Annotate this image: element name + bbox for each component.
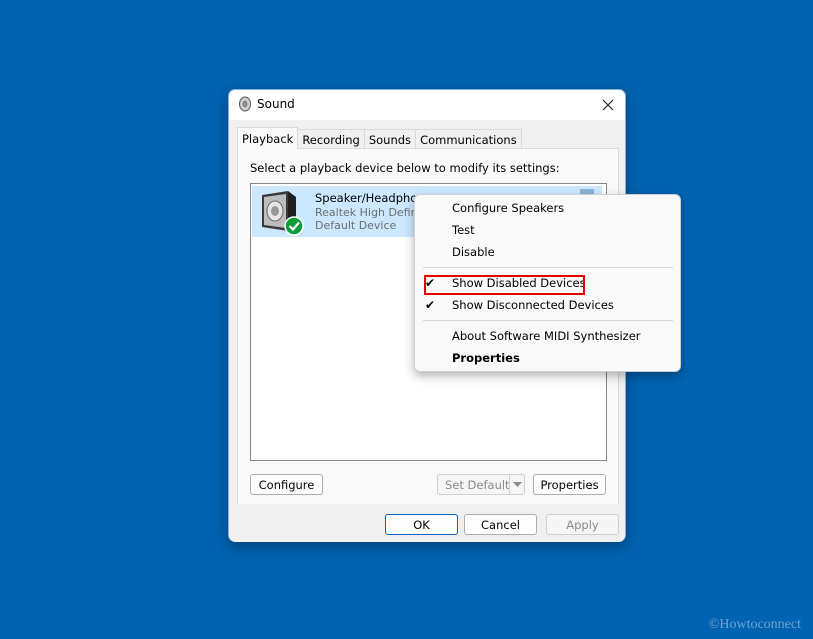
menu-label: Disable (452, 245, 495, 259)
menu-label: Configure Speakers (452, 201, 565, 215)
menu-separator (423, 320, 673, 321)
menu-item-configure-speakers[interactable]: Configure Speakers (415, 198, 680, 220)
checkmark-icon: ✔ (425, 298, 436, 312)
menu-label: Show Disconnected Devices (452, 298, 614, 312)
tab-sounds[interactable]: Sounds (363, 129, 417, 149)
speaker-icon (239, 96, 251, 112)
menu-separator (423, 267, 673, 268)
menu-item-about-midi[interactable]: About Software MIDI Synthesizer (415, 326, 680, 348)
cancel-button[interactable]: Cancel (464, 514, 537, 535)
chevron-down-icon (512, 481, 522, 487)
set-default-button[interactable]: Set Default (437, 474, 525, 495)
tab-playback[interactable]: Playback (237, 127, 299, 149)
ok-button[interactable]: OK (385, 514, 458, 535)
apply-button[interactable]: Apply (546, 514, 619, 535)
speaker-device-icon (262, 191, 304, 236)
device-status: Default Device (315, 219, 397, 232)
tab-communications[interactable]: Communications (415, 129, 522, 149)
menu-label: Test (452, 223, 475, 237)
properties-button[interactable]: Properties (533, 474, 606, 495)
device-name: Speaker/Headphon (315, 191, 425, 205)
menu-item-disable[interactable]: Disable (415, 242, 680, 264)
menu-label: Properties (452, 351, 520, 365)
window-title: Sound (257, 97, 295, 111)
close-icon (602, 99, 614, 111)
set-default-label: Set Default (445, 477, 510, 492)
context-menu: Configure Speakers Test Disable ✔ Show D… (414, 194, 681, 372)
configure-button[interactable]: Configure (250, 474, 323, 495)
instruction-text: Select a playback device below to modify… (250, 161, 560, 175)
device-driver: Realtek High Defin (315, 206, 418, 219)
menu-item-show-disconnected-devices[interactable]: ✔ Show Disconnected Devices (415, 295, 680, 317)
highlight-annotation (424, 275, 585, 295)
tab-strip: Playback Recording Sounds Communications (237, 127, 522, 149)
dialog-footer: OK Cancel Apply (229, 504, 625, 542)
close-button[interactable] (597, 94, 619, 116)
set-default-dropdown[interactable] (509, 475, 524, 494)
title-bar: Sound (229, 90, 625, 120)
menu-item-test[interactable]: Test (415, 220, 680, 242)
menu-label: About Software MIDI Synthesizer (452, 329, 641, 343)
menu-item-properties[interactable]: Properties (415, 348, 680, 370)
tab-recording[interactable]: Recording (297, 129, 365, 149)
watermark: ©Howtoconnect (708, 617, 801, 632)
